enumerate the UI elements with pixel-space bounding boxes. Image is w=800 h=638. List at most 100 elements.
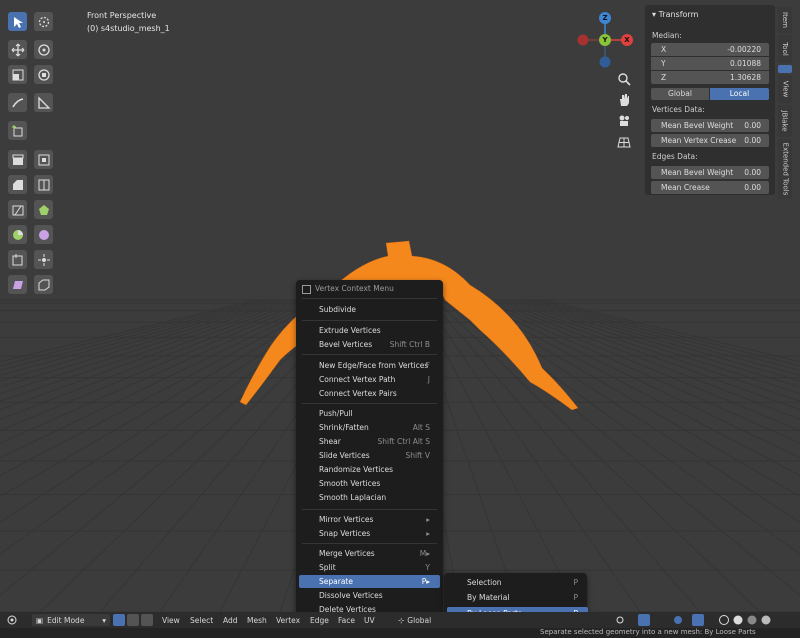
menu-item-connect-vertex-path[interactable]: Connect Vertex Path J bbox=[299, 373, 440, 386]
mean-vertex-crease-label: Mean Vertex Crease bbox=[661, 136, 737, 145]
status-tooltip: Separate selected geometry into a new me… bbox=[540, 628, 756, 636]
tab-item[interactable]: Item bbox=[778, 7, 792, 33]
annotate-tool[interactable] bbox=[8, 93, 27, 112]
move-tool[interactable] bbox=[8, 40, 27, 59]
menu-edge[interactable]: Edge bbox=[310, 614, 329, 626]
menu-mesh[interactable]: Mesh bbox=[247, 614, 267, 626]
smooth-tool[interactable] bbox=[34, 225, 53, 244]
vertex-select-mode-button[interactable] bbox=[113, 614, 125, 626]
viewport-header: ▣ Edit Mode ▾ View Select Add Mesh Verte… bbox=[0, 612, 800, 628]
spin-tool[interactable] bbox=[8, 225, 27, 244]
extrude-region-tool[interactable] bbox=[8, 150, 27, 169]
median-x-field[interactable]: X -0.00220 bbox=[651, 43, 769, 56]
camera-view-button[interactable] bbox=[615, 112, 633, 130]
overlay-icon[interactable] bbox=[672, 614, 684, 626]
tab-active-marker[interactable] bbox=[778, 65, 792, 73]
rotate-tool[interactable] bbox=[34, 40, 53, 59]
snap-toggle[interactable] bbox=[638, 614, 650, 626]
menu-item-split[interactable]: Split Y bbox=[299, 561, 440, 574]
shrink-fatten-tool[interactable] bbox=[34, 250, 53, 269]
orientation-dropdown[interactable]: ⊹ Global bbox=[398, 614, 431, 626]
menu-item-merge-vertices[interactable]: Merge Vertices M▸ bbox=[299, 547, 440, 560]
transform-tool[interactable] bbox=[34, 65, 53, 84]
menu-item-label: Randomize Vertices bbox=[319, 465, 393, 474]
menu-separator bbox=[302, 509, 437, 510]
gizmo-y-axis[interactable]: Y bbox=[599, 34, 611, 46]
global-toggle[interactable]: Global bbox=[651, 88, 709, 100]
menu-item-shrink-fatten[interactable]: Shrink/Fatten Alt S bbox=[299, 421, 440, 434]
select-cursor-icon bbox=[13, 16, 23, 28]
menu-view[interactable]: View bbox=[162, 614, 180, 626]
knife-tool[interactable] bbox=[8, 200, 27, 219]
solid-shading-icon[interactable] bbox=[732, 614, 744, 626]
face-select-mode-button[interactable] bbox=[141, 614, 153, 626]
menu-item-shear[interactable]: Shear Shift Ctrl Alt S bbox=[299, 435, 440, 448]
scale-tool[interactable] bbox=[8, 65, 27, 84]
menu-item-snap-vertices[interactable]: Snap Vertices ▸ bbox=[299, 527, 440, 540]
menu-item-separate[interactable]: Separate P▸ bbox=[299, 575, 440, 588]
menu-item-extrude-vertices[interactable]: Extrude Vertices bbox=[299, 324, 440, 337]
editor-type-icon[interactable] bbox=[6, 614, 18, 626]
rip-region-tool[interactable] bbox=[34, 275, 53, 294]
menu-select[interactable]: Select bbox=[190, 614, 213, 626]
menu-item-bevel-vertices[interactable]: Bevel Vertices Shift Ctrl B bbox=[299, 338, 440, 351]
menu-item-new-edge-face[interactable]: New Edge/Face from Vertices F bbox=[299, 359, 440, 372]
median-y-field[interactable]: Y 0.01088 bbox=[651, 57, 769, 70]
menu-item-push-pull[interactable]: Push/Pull bbox=[299, 407, 440, 420]
menu-face[interactable]: Face bbox=[338, 614, 355, 626]
menu-uv[interactable]: UV bbox=[364, 614, 375, 626]
menu-item-label: Slide Vertices bbox=[319, 451, 370, 460]
menu-item-label: Snap Vertices bbox=[319, 529, 371, 538]
edge-mean-bevel-weight-field[interactable]: Mean Bevel Weight 0.00 bbox=[651, 166, 769, 179]
menu-item-smooth-vertices[interactable]: Smooth Vertices bbox=[299, 477, 440, 490]
menu-item-mirror-vertices[interactable]: Mirror Vertices ▸ bbox=[299, 513, 440, 526]
loop-cut-tool[interactable] bbox=[34, 175, 53, 194]
mean-crease-field[interactable]: Mean Crease 0.00 bbox=[651, 181, 769, 194]
menu-vertex[interactable]: Vertex bbox=[276, 614, 300, 626]
median-z-field[interactable]: Z 1.30628 bbox=[651, 71, 769, 84]
menu-item-smooth-laplacian[interactable]: Smooth Laplacian bbox=[299, 491, 440, 504]
edge-select-mode-button[interactable] bbox=[127, 614, 139, 626]
menu-item-dissolve-vertices[interactable]: Dissolve Vertices bbox=[299, 589, 440, 602]
bevel-tool[interactable] bbox=[8, 175, 27, 194]
inset-faces-tool[interactable] bbox=[34, 150, 53, 169]
gizmo-x-axis[interactable]: X bbox=[621, 34, 633, 46]
cursor-tool[interactable] bbox=[34, 12, 53, 31]
submenu-item-selection[interactable]: Selection P bbox=[447, 576, 588, 589]
pivot-icon[interactable] bbox=[614, 614, 626, 626]
menu-item-slide-vertices[interactable]: Slide Vertices Shift V bbox=[299, 449, 440, 462]
pan-button[interactable] bbox=[615, 91, 633, 109]
shear-tool[interactable] bbox=[8, 275, 27, 294]
local-toggle[interactable]: Local bbox=[710, 88, 769, 100]
wireframe-shading-icon[interactable] bbox=[718, 614, 730, 626]
menu-item-subdivide[interactable]: Subdivide bbox=[299, 303, 440, 316]
measure-tool[interactable] bbox=[34, 93, 53, 112]
mean-vertex-crease-field[interactable]: Mean Vertex Crease 0.00 bbox=[651, 134, 769, 147]
tab-tool[interactable]: Tool bbox=[778, 35, 792, 63]
zoom-button[interactable] bbox=[615, 70, 633, 88]
menu-item-connect-vertex-pairs[interactable]: Connect Vertex Pairs bbox=[299, 387, 440, 400]
menu-add[interactable]: Add bbox=[223, 614, 238, 626]
submenu-arrow-icon: ▸ bbox=[426, 529, 430, 538]
inset-icon bbox=[38, 154, 49, 165]
tab-jblake[interactable]: JBlake bbox=[778, 105, 792, 137]
transform-panel-header[interactable]: ▾ Transform bbox=[652, 10, 698, 19]
add-cube-tool[interactable] bbox=[8, 121, 27, 140]
menu-item-shortcut: Alt S bbox=[412, 423, 430, 432]
menu-item-label: Connect Vertex Path bbox=[319, 375, 396, 384]
mean-bevel-weight-field[interactable]: Mean Bevel Weight 0.00 bbox=[651, 119, 769, 132]
menu-separator bbox=[302, 298, 437, 299]
tab-view[interactable]: View bbox=[778, 75, 792, 103]
mode-dropdown[interactable]: ▣ Edit Mode ▾ bbox=[32, 614, 110, 626]
edge-slide-tool[interactable] bbox=[8, 250, 27, 269]
rendered-shading-icon[interactable] bbox=[760, 614, 772, 626]
tab-extended-tools[interactable]: Extended Tools bbox=[778, 139, 792, 199]
xray-toggle[interactable] bbox=[692, 614, 704, 626]
perspective-toggle-button[interactable] bbox=[615, 133, 633, 151]
select-box-tool[interactable] bbox=[8, 12, 27, 31]
menu-item-randomize-vertices[interactable]: Randomize Vertices bbox=[299, 463, 440, 476]
submenu-item-by-material[interactable]: By Material P bbox=[447, 591, 588, 604]
material-shading-icon[interactable] bbox=[746, 614, 758, 626]
gizmo-z-axis[interactable]: Z bbox=[599, 12, 611, 24]
poly-build-tool[interactable] bbox=[34, 200, 53, 219]
